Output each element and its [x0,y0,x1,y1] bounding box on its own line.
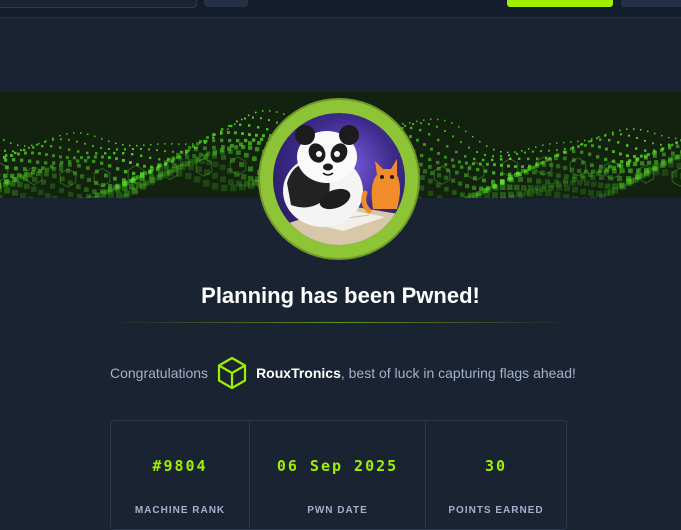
username-link[interactable]: RouxTronics [256,365,341,381]
machine-rank-value: #9804 [111,457,249,475]
points-earned-label: POINTS EARNED [426,505,566,516]
notifications-button[interactable] [204,0,248,7]
stat-pwn-date: 06 Sep 2025 PWN DATE [250,421,426,529]
points-earned-value: 30 [426,457,566,475]
top-navbar [0,0,681,18]
machine-avatar [260,100,418,258]
primary-nav-button[interactable] [507,0,613,7]
congrats-prefix: Congratulations [110,365,208,381]
machine-rank-label: MACHINE RANK [111,505,249,516]
pwn-stats-panel: #9804 MACHINE RANK 06 Sep 2025 PWN DATE … [110,420,567,530]
panda-cat-avatar [273,113,405,245]
pwn-date-value: 06 Sep 2025 [250,457,425,475]
stat-machine-rank: #9804 MACHINE RANK [111,421,250,529]
stat-points-earned: 30 POINTS EARNED [426,421,566,529]
pwn-date-label: PWN DATE [250,505,425,516]
congrats-message: Congratulations RouxTronics , best of lu… [110,356,576,390]
search-input[interactable] [0,0,197,8]
secondary-nav-button[interactable] [621,0,681,7]
congrats-suffix: , best of luck in capturing flags ahead! [341,365,576,381]
cube-icon [217,356,247,390]
title-divider [110,322,570,323]
page-title: Planning has been Pwned! [0,283,681,309]
